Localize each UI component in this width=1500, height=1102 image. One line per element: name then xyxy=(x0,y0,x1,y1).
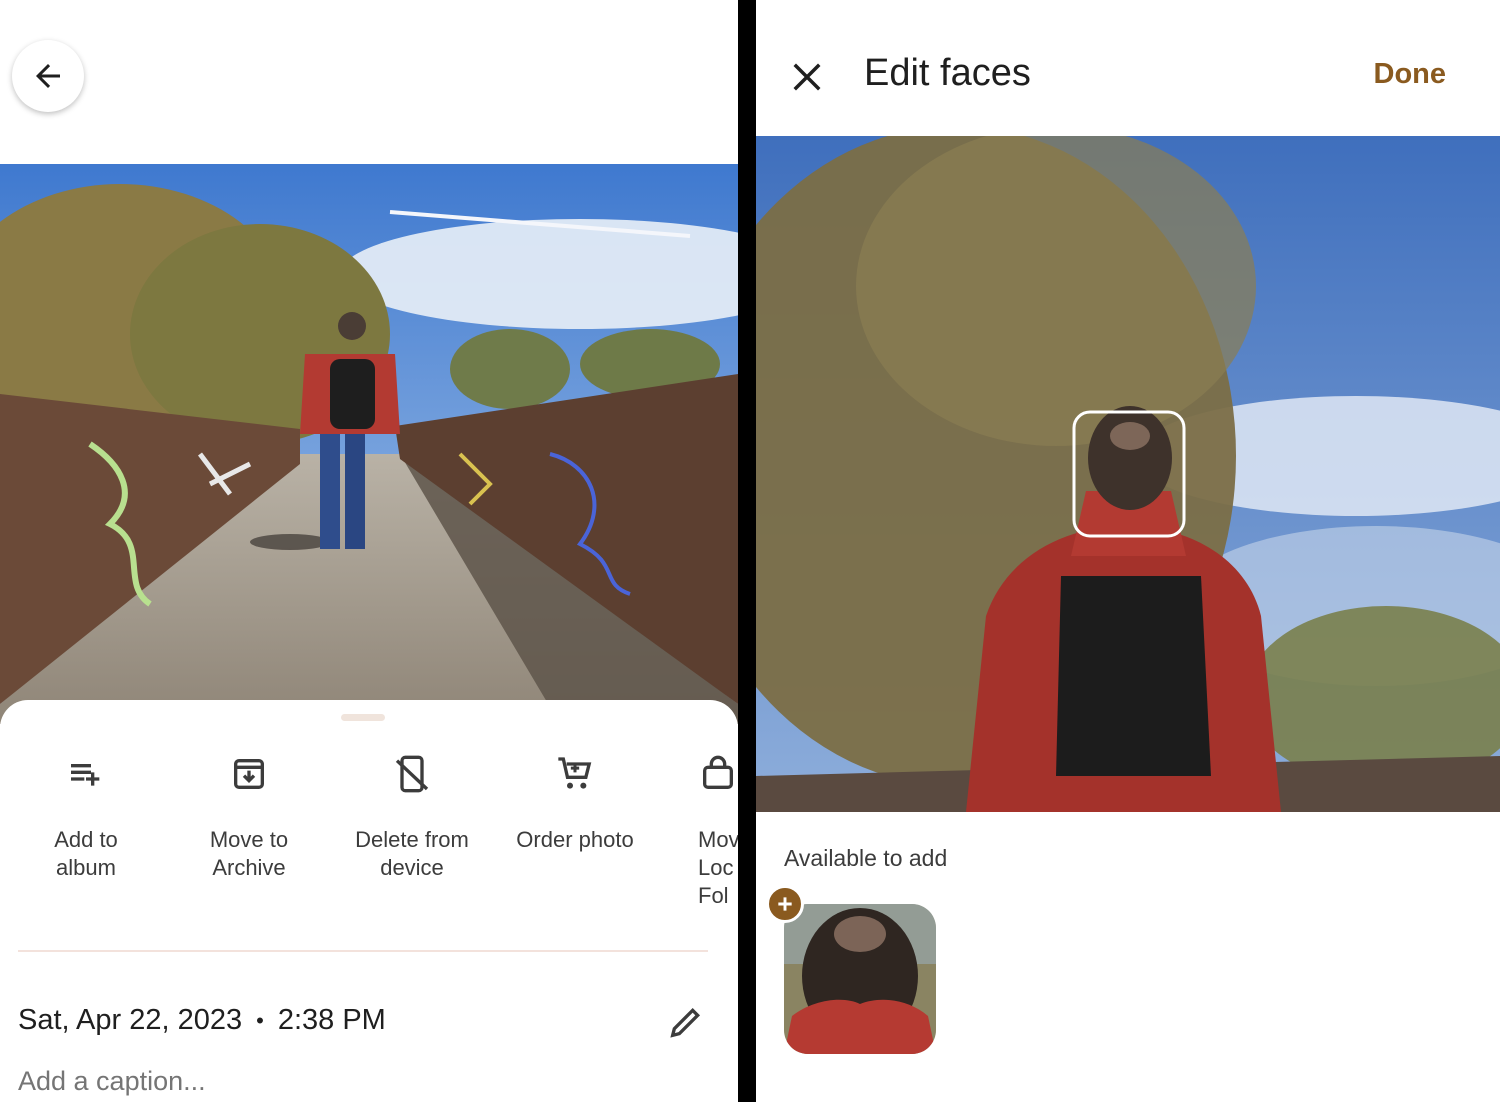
playlist-add-icon xyxy=(71,764,100,786)
photo-datetime: Sat, Apr 22, 2023 • 2:38 PM xyxy=(18,1004,386,1037)
datetime-separator: • xyxy=(256,1007,264,1033)
delete-from-device-button[interactable]: Delete from device xyxy=(332,750,492,882)
close-button[interactable] xyxy=(786,56,828,98)
order-photo-button[interactable]: Order photo xyxy=(495,750,655,854)
face-thumbnail[interactable] xyxy=(784,904,936,1054)
back-button[interactable] xyxy=(12,40,84,112)
action-row: Add to album Move to Archive Delete from… xyxy=(0,750,738,920)
archive-icon xyxy=(234,759,264,789)
add-face-button[interactable] xyxy=(766,885,804,923)
cart-icon xyxy=(558,757,592,789)
details-sheet: Add to album Move to Archive Delete from… xyxy=(0,700,738,1102)
delete-from-device-label: Delete from device xyxy=(355,827,469,880)
section-divider xyxy=(18,950,708,952)
folder-lock-icon xyxy=(703,755,733,789)
move-to-archive-button[interactable]: Move to Archive xyxy=(169,750,329,882)
available-to-add-label: Available to add xyxy=(784,845,948,871)
order-photo-label: Order photo xyxy=(516,827,634,852)
move-to-locked-folder-label: Mov Loc Fol xyxy=(698,827,738,908)
done-button[interactable]: Done xyxy=(1374,58,1447,91)
plus-icon xyxy=(778,897,792,911)
add-to-album-button[interactable]: Add to album xyxy=(6,750,166,882)
phone-delete-icon xyxy=(395,755,429,793)
screen-divider xyxy=(738,0,756,1102)
move-to-locked-folder-button[interactable]: Mov Loc Fol xyxy=(658,750,738,910)
face-edit-photo[interactable] xyxy=(756,136,1500,812)
move-to-archive-label: Move to Archive xyxy=(209,827,289,880)
photo-time: 2:38 PM xyxy=(277,1004,386,1036)
main-photo[interactable] xyxy=(0,164,738,724)
arrow-left-icon xyxy=(36,64,60,88)
edit-datetime-button[interactable] xyxy=(666,1002,706,1042)
sheet-drag-handle[interactable] xyxy=(341,714,385,721)
caption-input[interactable]: Add a caption... xyxy=(18,1066,206,1097)
edit-faces-screen: Edit faces Done Available to add xyxy=(756,0,1500,1102)
close-icon xyxy=(793,63,821,91)
add-to-album-label: Add to album xyxy=(54,827,118,880)
pencil-icon xyxy=(670,1007,701,1038)
page-title: Edit faces xyxy=(864,52,1031,94)
photo-date: Sat, Apr 22, 2023 xyxy=(18,1004,243,1036)
photo-detail-screen: Add to album Move to Archive Delete from… xyxy=(0,0,738,1102)
